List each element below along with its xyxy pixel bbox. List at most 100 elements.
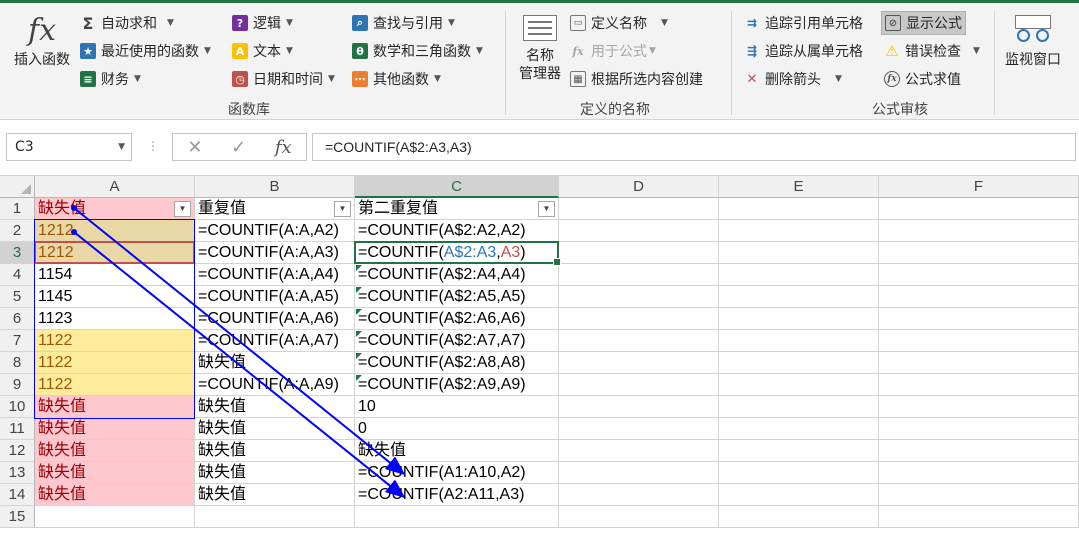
row-header-15[interactable]: 15	[0, 506, 35, 528]
cell-c13[interactable]: =COUNTIF(A1:A10,A2)	[355, 462, 559, 484]
column-header-a[interactable]: A	[35, 176, 195, 198]
cell-b9[interactable]: =COUNTIF(A:A,A9)	[195, 374, 355, 396]
empty-cell[interactable]	[719, 220, 879, 242]
row-header-6[interactable]: 6	[0, 308, 35, 330]
empty-cell[interactable]	[719, 506, 879, 528]
empty-cell[interactable]	[879, 242, 1079, 264]
cell-b2[interactable]: =COUNTIF(A:A,A2)	[195, 220, 355, 242]
define-name-button[interactable]: ▭ 定义名称 ▼	[570, 11, 668, 35]
empty-cell[interactable]	[559, 418, 719, 440]
use-in-formula-button[interactable]: fx 用于公式 ▼	[570, 39, 656, 63]
formula-input[interactable]: =COUNTIF(A$2:A3,A3)	[312, 133, 1076, 161]
empty-cell[interactable]	[719, 374, 879, 396]
empty-cell[interactable]	[559, 220, 719, 242]
empty-cell[interactable]	[879, 374, 1079, 396]
column-header-c[interactable]: C	[355, 176, 559, 198]
empty-cell[interactable]	[879, 484, 1079, 506]
text-functions-button[interactable]: A 文本 ▼	[232, 39, 293, 63]
row-header-3[interactable]: 3	[0, 242, 35, 264]
logical-button[interactable]: ? 逻辑 ▼	[232, 11, 293, 35]
empty-cell[interactable]	[559, 484, 719, 506]
row-header-7[interactable]: 7	[0, 330, 35, 352]
datetime-button[interactable]: ◷ 日期和时间 ▼	[232, 67, 335, 91]
empty-cell[interactable]	[879, 220, 1079, 242]
empty-cell[interactable]	[559, 264, 719, 286]
insert-function-button[interactable]: fx 插入函数	[8, 11, 76, 81]
cell-b12[interactable]: 缺失值	[195, 440, 355, 462]
error-checking-button[interactable]: ⚠ 错误检查 ▼	[884, 39, 980, 63]
cell-b5[interactable]: =COUNTIF(A:A,A5)	[195, 286, 355, 308]
empty-cell[interactable]	[559, 396, 719, 418]
autosum-button[interactable]: Σ 自动求和 ▼	[80, 11, 174, 35]
empty-cell[interactable]	[719, 418, 879, 440]
empty-cell[interactable]	[879, 440, 1079, 462]
header-cell-a[interactable]: 缺失值 ▼	[35, 198, 195, 220]
worksheet-grid[interactable]: A B C D E F 1 2 3 4 5 6 7 8 9 10 11 12 13 14 15 缺失值 ▼ 重复值 ▼ 第二重复值…	[0, 176, 1079, 538]
trace-precedents-button[interactable]: ⇉ 追踪引用单元格	[744, 11, 863, 35]
empty-cell[interactable]	[719, 462, 879, 484]
empty-cell[interactable]	[719, 484, 879, 506]
empty-cell[interactable]	[879, 506, 1079, 528]
cell-b10[interactable]: 缺失值	[195, 396, 355, 418]
cell-b13[interactable]: 缺失值	[195, 462, 355, 484]
cell-a13[interactable]: 缺失值	[35, 462, 195, 484]
empty-cell[interactable]	[559, 374, 719, 396]
row-header-2[interactable]: 2	[0, 220, 35, 242]
row-header-12[interactable]: 12	[0, 440, 35, 462]
enter-check-icon[interactable]: ✓	[231, 137, 246, 158]
cell-c3[interactable]: =COUNTIF(A$2:A3,A3)	[355, 242, 559, 264]
empty-cell[interactable]	[719, 330, 879, 352]
empty-cell[interactable]	[35, 506, 195, 528]
cell-c7[interactable]: =COUNTIF(A$2:A7,A7)	[355, 330, 559, 352]
resize-handle-icon[interactable]: ⋮	[147, 139, 159, 153]
chevron-down-icon[interactable]: ▼	[118, 134, 125, 160]
cell-a14[interactable]: 缺失值	[35, 484, 195, 506]
header-cell-c[interactable]: 第二重复值 ▼	[355, 198, 559, 220]
empty-cell[interactable]	[879, 308, 1079, 330]
cell-a6[interactable]: 1123	[35, 308, 195, 330]
empty-cell[interactable]	[719, 352, 879, 374]
cell-a4[interactable]: 1154	[35, 264, 195, 286]
cancel-icon[interactable]: ✕	[187, 137, 202, 158]
empty-cell[interactable]	[559, 330, 719, 352]
empty-cell[interactable]	[719, 308, 879, 330]
recent-functions-button[interactable]: ★ 最近使用的函数 ▼	[80, 39, 211, 63]
empty-cell[interactable]	[559, 440, 719, 462]
cell-c11[interactable]: 0	[355, 418, 559, 440]
cell-a12[interactable]: 缺失值	[35, 440, 195, 462]
select-all-button[interactable]	[0, 176, 35, 198]
empty-cell[interactable]	[195, 506, 355, 528]
empty-cell[interactable]	[719, 264, 879, 286]
more-functions-button[interactable]: ⋯ 其他函数 ▼	[352, 67, 441, 91]
cell-c9[interactable]: =COUNTIF(A$2:A9,A9)	[355, 374, 559, 396]
empty-cell[interactable]	[559, 308, 719, 330]
empty-cell[interactable]	[879, 418, 1079, 440]
cell-a5[interactable]: 1145	[35, 286, 195, 308]
empty-cell[interactable]	[719, 286, 879, 308]
empty-cell[interactable]	[879, 198, 1079, 220]
empty-cell[interactable]	[719, 440, 879, 462]
cell-a9[interactable]: 1122	[35, 374, 195, 396]
cell-c2[interactable]: =COUNTIF(A$2:A2,A2)	[355, 220, 559, 242]
row-header-4[interactable]: 4	[0, 264, 35, 286]
financial-button[interactable]: ≡ 财务 ▼	[80, 67, 141, 91]
empty-cell[interactable]	[559, 462, 719, 484]
row-header-14[interactable]: 14	[0, 484, 35, 506]
row-header-11[interactable]: 11	[0, 418, 35, 440]
cell-c6[interactable]: =COUNTIF(A$2:A6,A6)	[355, 308, 559, 330]
empty-cell[interactable]	[879, 396, 1079, 418]
empty-cell[interactable]	[559, 242, 719, 264]
cell-a10[interactable]: 缺失值	[35, 396, 195, 418]
column-header-d[interactable]: D	[559, 176, 719, 198]
cell-b7[interactable]: =COUNTIF(A:A,A7)	[195, 330, 355, 352]
empty-cell[interactable]	[559, 286, 719, 308]
column-header-e[interactable]: E	[719, 176, 879, 198]
cell-c5[interactable]: =COUNTIF(A$2:A5,A5)	[355, 286, 559, 308]
row-header-9[interactable]: 9	[0, 374, 35, 396]
cell-b11[interactable]: 缺失值	[195, 418, 355, 440]
empty-cell[interactable]	[879, 330, 1079, 352]
cell-b3[interactable]: =COUNTIF(A:A,A3)	[195, 242, 355, 264]
name-manager-button[interactable]: 名称 管理器	[512, 13, 568, 93]
row-header-13[interactable]: 13	[0, 462, 35, 484]
cell-a11[interactable]: 缺失值	[35, 418, 195, 440]
